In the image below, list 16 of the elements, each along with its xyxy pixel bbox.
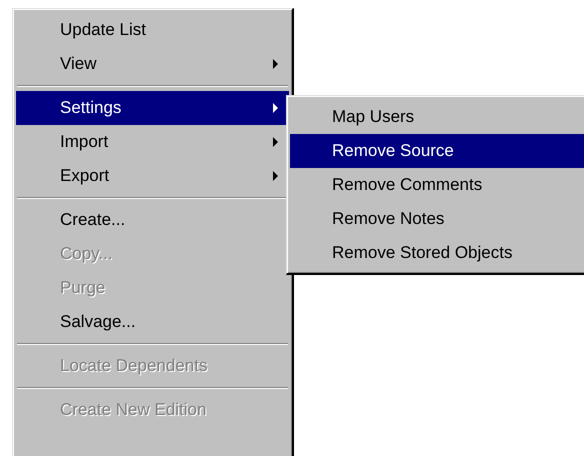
menu-item[interactable]: Import <box>16 125 289 159</box>
menu-item[interactable]: Remove Notes <box>290 202 584 236</box>
menu-item[interactable]: Export <box>16 159 289 193</box>
menu-item[interactable]: Map Users <box>290 100 584 134</box>
menu-item[interactable]: Salvage... <box>16 305 289 339</box>
menu-item[interactable]: Create... <box>16 203 289 237</box>
menu-item[interactable]: Settings <box>16 91 289 125</box>
menu-item[interactable]: Remove Comments <box>290 168 584 202</box>
menu-item[interactable]: Remove Source <box>290 134 584 168</box>
submenu-arrow-icon <box>273 103 279 113</box>
menu-item[interactable]: Update List <box>16 13 289 47</box>
menu-item[interactable]: Remove Stored Objects <box>290 236 584 270</box>
submenu-arrow-icon <box>273 59 279 69</box>
submenu-arrow-icon <box>273 171 279 181</box>
menu-item[interactable]: View <box>16 47 289 81</box>
submenu-arrow-icon <box>273 137 279 147</box>
